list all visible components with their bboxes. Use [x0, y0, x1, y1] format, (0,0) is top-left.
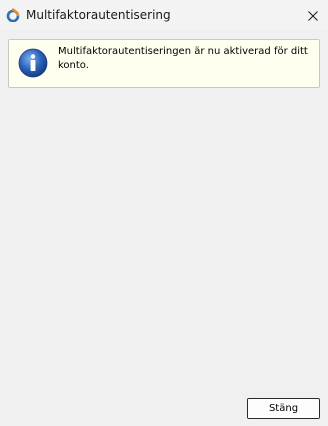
title-bar: Multifaktorautentisering	[0, 0, 328, 30]
close-dialog-button[interactable]: Stäng	[247, 398, 320, 419]
close-button[interactable]	[298, 0, 328, 30]
window-title: Multifaktorautentisering	[26, 8, 171, 22]
app-logo-icon	[6, 7, 20, 23]
info-message-box: Multifaktorautentiseringen är nu aktiver…	[8, 39, 320, 88]
close-icon	[308, 6, 318, 25]
info-message-text: Multifaktorautentiseringen är nu aktiver…	[58, 46, 308, 71]
info-icon	[18, 48, 48, 78]
dialog-window: Multifaktorautentisering Multifaktoraute…	[0, 0, 328, 426]
